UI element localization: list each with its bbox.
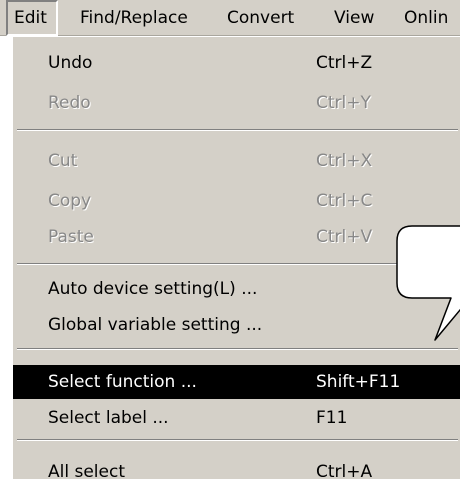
application-window: Edit Find/Replace Convert View Onlin Und… (0, 0, 460, 479)
menu-item-label: All select (48, 462, 125, 479)
menu-item-label: Cut (48, 151, 78, 171)
menu-bar: Edit Find/Replace Convert View Onlin (0, 0, 460, 36)
menu-item-redo[interactable]: Redo Ctrl+Y (13, 86, 460, 120)
menu-item-auto-device-setting-l[interactable]: Auto device setting(L) ... (13, 272, 460, 306)
menu-item-label: Copy (48, 191, 92, 211)
menu-item-label: Redo (48, 93, 91, 113)
menu-item-global-variable-setting[interactable]: Global variable setting ... (13, 308, 460, 342)
menu-item-shortcut: Ctrl+A (316, 462, 373, 479)
menu-item-undo[interactable]: Undo Ctrl+Z (13, 46, 460, 80)
menu-convert[interactable]: Convert (221, 0, 300, 36)
menu-item-copy[interactable]: Copy Ctrl+C (13, 184, 460, 218)
menu-item-shortcut: Ctrl+Y (316, 93, 371, 113)
menu-online[interactable]: Onlin (398, 0, 454, 36)
menu-item-shortcut: F11 (316, 408, 348, 428)
menu-find-replace[interactable]: Find/Replace (74, 0, 194, 36)
menu-edit[interactable]: Edit (6, 0, 58, 36)
menu-item-label: Auto device setting(L) ... (48, 279, 258, 299)
menu-separator (17, 348, 458, 350)
menu-item-label: Paste (48, 227, 94, 247)
menu-item-select-label[interactable]: Select label ... F11 (13, 401, 460, 435)
menu-item-shortcut: Ctrl+Z (316, 53, 373, 73)
menu-item-shortcut: Ctrl+X (316, 151, 373, 171)
menu-item-label: Global variable setting ... (48, 315, 263, 335)
menu-item-all-select[interactable]: All select Ctrl+A (13, 455, 460, 479)
menu-separator (17, 439, 458, 441)
menu-item-shortcut: Ctrl+C (316, 191, 373, 211)
menu-item-label: Select function ... (48, 372, 197, 392)
menu-item-label: Select label ... (48, 408, 169, 428)
menu-separator (17, 129, 458, 131)
menu-item-shortcut: Shift+F11 (316, 372, 401, 392)
menu-separator (17, 263, 458, 265)
menu-item-select-function[interactable]: Select function ... Shift+F11 (13, 365, 460, 399)
edit-menu-dropdown: Undo Ctrl+Z Redo Ctrl+Y Cut Ctrl+X Copy Ctrl+C P… (10, 36, 460, 479)
menu-item-cut[interactable]: Cut Ctrl+X (13, 144, 460, 178)
menu-item-paste[interactable]: Paste Ctrl+V (13, 220, 460, 254)
menu-item-shortcut: Ctrl+V (316, 227, 373, 247)
menu-item-label: Undo (48, 53, 93, 73)
menu-view[interactable]: View (328, 0, 380, 36)
